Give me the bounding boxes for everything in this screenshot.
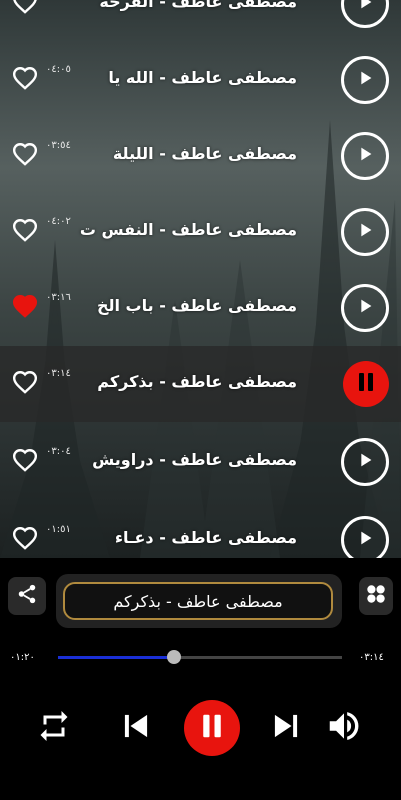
track-duration: ٠٣:١٦ (46, 292, 71, 303)
volume-button[interactable] (324, 708, 364, 748)
track-list: ٠٢:٥٥مصطفى عاطف - الفرحة ٠٤:٠٥ مصطفى عاطف … (0, 0, 401, 578)
seek-handle[interactable] (167, 650, 182, 664)
repeat-icon (36, 708, 72, 748)
track-row[interactable]: ٠٤:٠٥ مصطفى عاطف - الله يا (0, 42, 401, 118)
heart-icon[interactable] (12, 217, 38, 243)
track-duration: ٠٣:٠٤ (46, 446, 71, 457)
track-row[interactable]: ٠٣:١٦ مصطفى عاطف - باب الخ (0, 270, 401, 346)
track-duration: ٠٣:١٤ (46, 368, 71, 379)
play-icon (354, 449, 376, 475)
track-row[interactable]: ٠٣:١٤ مصطفى عاطف - بذكركم (0, 346, 401, 422)
grid-icon (365, 583, 387, 609)
seek-bar[interactable] (58, 650, 342, 664)
elapsed-time: ٠١:٢٠ (10, 652, 35, 663)
heart-icon[interactable] (12, 65, 38, 91)
track-duration: ٠١:٥١ (46, 524, 71, 535)
track-title: مصطفى عاطف - دراويش (92, 450, 297, 469)
play-icon (354, 0, 376, 17)
track-row[interactable]: ٠٤:٠٢ مصطفى عاطف - النفس ت (0, 194, 401, 270)
play-icon (354, 67, 376, 93)
track-title: مصطفى عاطف - دعـاء (114, 528, 297, 547)
play-button[interactable] (341, 516, 389, 564)
skip-previous-icon (117, 707, 155, 749)
track-title: مصطفى عاطف - باب الخ (96, 296, 297, 315)
next-button[interactable] (266, 708, 306, 748)
total-time: ٠٣:١٤ (359, 652, 384, 663)
heart-icon[interactable] (12, 447, 38, 473)
play-button[interactable] (341, 132, 389, 180)
play-button[interactable] (341, 208, 389, 256)
track-title: مصطفى عاطف - الفرحة (99, 0, 297, 11)
share-icon (16, 583, 38, 609)
heart-icon[interactable] (12, 369, 38, 395)
play-button[interactable] (341, 56, 389, 104)
heart-icon[interactable] (12, 0, 38, 15)
track-duration: ٠٣:٥٤ (46, 140, 71, 151)
track-title: مصطفى عاطف - الله يا (108, 68, 297, 87)
play-icon (354, 295, 376, 321)
grid-button[interactable] (359, 577, 393, 615)
player-panel: مصطفى عاطف - بذكركم ٠١:٢٠ ٠٣:١٤ (0, 558, 401, 800)
play-icon (354, 219, 376, 245)
track-row[interactable]: ٠٣:٥٤ مصطفى عاطف - الليلة (0, 118, 401, 194)
now-playing-frame: مصطفى عاطف - بذكركم (56, 574, 342, 628)
track-row[interactable]: ٠٣:٠٤ مصطفى عاطف - دراويش (0, 422, 401, 502)
play-icon (354, 143, 376, 169)
play-pause-button[interactable] (184, 700, 240, 756)
now-playing-title: مصطفى عاطف - بذكركم (63, 582, 333, 620)
seek-bar-fill (58, 656, 175, 659)
share-button[interactable] (8, 577, 46, 615)
track-title: مصطفى عاطف - النفس ت (79, 220, 297, 239)
pause-icon (354, 370, 378, 398)
previous-button[interactable] (116, 708, 156, 748)
skip-next-icon (267, 707, 305, 749)
heart-icon[interactable] (12, 293, 38, 319)
play-button[interactable] (341, 284, 389, 332)
heart-icon[interactable] (12, 525, 38, 551)
volume-icon (325, 707, 363, 749)
play-icon (354, 527, 376, 553)
track-duration: ٠٤:٠٥ (46, 64, 71, 75)
track-duration: ٠٤:٠٢ (46, 216, 71, 227)
track-title: مصطفى عاطف - بذكركم (97, 372, 297, 391)
play-button[interactable] (341, 438, 389, 486)
track-row[interactable]: ٠٢:٥٥مصطفى عاطف - الفرحة (0, 0, 401, 42)
heart-icon[interactable] (12, 141, 38, 167)
repeat-button[interactable] (34, 708, 74, 748)
pause-icon (197, 711, 227, 745)
pause-button[interactable] (343, 361, 389, 407)
play-button[interactable] (341, 0, 389, 28)
track-title: مصطفى عاطف - الليلة (112, 144, 297, 163)
